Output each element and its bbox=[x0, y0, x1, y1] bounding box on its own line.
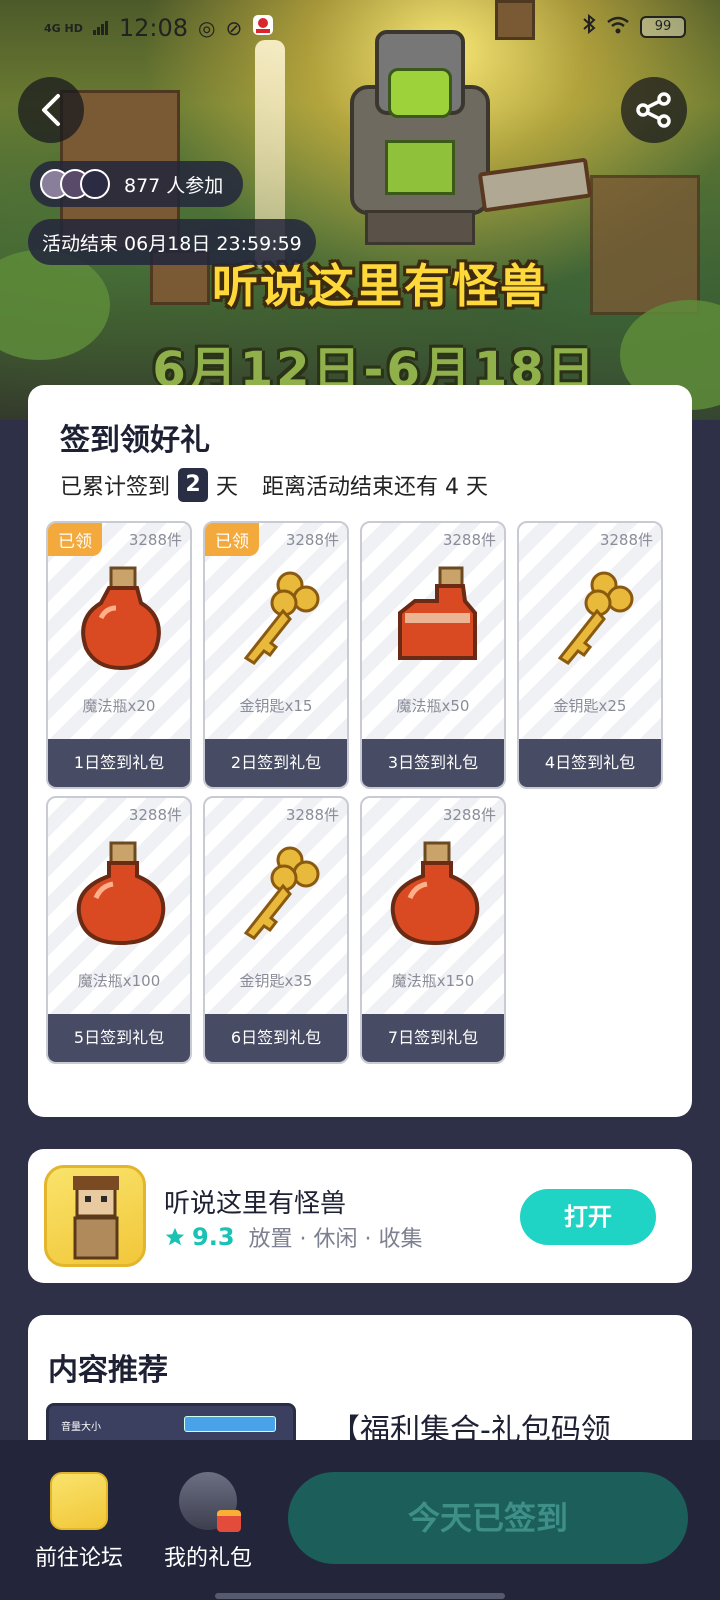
gift-stock: 3288件 bbox=[599, 531, 653, 549]
golden-key-icon bbox=[557, 571, 634, 665]
gift-label: 6日签到礼包 bbox=[205, 1014, 347, 1062]
potion-icon bbox=[398, 566, 477, 660]
participant-avatars bbox=[40, 169, 110, 199]
gift-name: 魔法瓶x20 bbox=[82, 697, 156, 715]
potion-icon bbox=[76, 841, 166, 946]
gift-stock: 3288件 bbox=[285, 806, 339, 824]
potion-icon bbox=[81, 566, 161, 671]
game-rating: 9.3 bbox=[192, 1223, 235, 1251]
days-signed-count: 2 bbox=[178, 468, 209, 502]
gift-name: 魔法瓶x100 bbox=[77, 972, 161, 990]
share-icon bbox=[636, 92, 671, 128]
potion-icon bbox=[390, 841, 480, 946]
remaining-days-text: 距离活动结束还有 4 天 bbox=[262, 475, 489, 500]
gift-stock: 3288件 bbox=[128, 531, 182, 549]
orc-monster-illustration bbox=[330, 30, 510, 245]
gift-stock: 3288件 bbox=[442, 531, 496, 549]
gift-label: 2日签到礼包 bbox=[205, 739, 347, 787]
notification-icon: ◎ bbox=[198, 16, 216, 40]
activity-banner: 听说这里有怪兽 6月12日-6月18日 bbox=[0, 0, 720, 420]
signin-title: 签到领好礼 bbox=[60, 423, 210, 458]
my-gifts-label: 我的礼包 bbox=[163, 1546, 252, 1571]
gift-stock: 3288件 bbox=[442, 806, 496, 824]
signin-status: 已累计签到 2 天 距离活动结束还有 4 天 bbox=[60, 468, 488, 502]
game-meta: 9.3 放置 · 休闲 · 收集 bbox=[164, 1221, 422, 1253]
deadline-text: 活动结束 06月18日 23:59:59 bbox=[42, 232, 302, 255]
gift-name: 魔法瓶x50 bbox=[396, 697, 470, 715]
golden-key-icon bbox=[243, 571, 320, 665]
participants-count: 877 人参加 bbox=[124, 174, 224, 197]
gift-label: 3日签到礼包 bbox=[362, 739, 504, 787]
gift-card-day-6[interactable]: 3288件 金钥匙x35 6日签到礼包 bbox=[203, 796, 349, 1064]
gift-label: 7日签到礼包 bbox=[362, 1014, 504, 1062]
gift-stock: 3288件 bbox=[128, 806, 182, 824]
open-game-button[interactable]: 打开 bbox=[520, 1189, 656, 1245]
signal-icon bbox=[92, 16, 109, 41]
app-badge-icon bbox=[252, 14, 274, 42]
game-tags: 放置 · 休闲 · 收集 bbox=[248, 1227, 423, 1252]
golden-key-icon bbox=[243, 846, 320, 940]
gift-box-icon bbox=[179, 1472, 241, 1532]
signed-today-button[interactable]: 今天已签到 bbox=[288, 1472, 688, 1564]
gift-label: 1日签到礼包 bbox=[48, 739, 190, 787]
volume-bar-illustration bbox=[184, 1416, 276, 1432]
claimed-tag: 已领 bbox=[205, 523, 259, 556]
go-to-forum-button[interactable]: 前往论坛 bbox=[24, 1472, 134, 1572]
avatar bbox=[80, 169, 110, 199]
chevron-left-icon bbox=[42, 94, 60, 126]
gift-card-day-1[interactable]: 已领 3288件 魔法瓶x20 1日签到礼包 bbox=[46, 521, 192, 789]
thumbnail-label: 音量大小 bbox=[61, 1422, 101, 1433]
status-bar: 4G HD 12:08 ◎ ⊘ 99 bbox=[0, 0, 720, 56]
deadline-pill: 活动结束 06月18日 23:59:59 bbox=[28, 219, 316, 265]
game-app-card[interactable]: 听说这里有怪兽 9.3 放置 · 休闲 · 收集 打开 bbox=[28, 1149, 692, 1283]
share-button[interactable] bbox=[621, 77, 687, 143]
gift-name: 魔法瓶x150 bbox=[391, 972, 475, 990]
day-unit: 天 bbox=[216, 475, 239, 500]
my-gifts-button[interactable]: 我的礼包 bbox=[153, 1472, 263, 1572]
claimed-tag: 已领 bbox=[48, 523, 102, 556]
gift-card-day-7[interactable]: 3288件 魔法瓶x150 7日签到礼包 bbox=[360, 796, 506, 1064]
banner-title-art: 听说这里有怪兽 6月12日-6月18日 bbox=[0, 250, 720, 400]
game-name: 听说这里有怪兽 bbox=[164, 1189, 347, 1219]
star-icon bbox=[165, 1227, 185, 1246]
game-icon bbox=[44, 1165, 146, 1267]
bluetooth-icon bbox=[582, 13, 596, 39]
gift-label: 5日签到礼包 bbox=[48, 1014, 190, 1062]
signin-card: 签到领好礼 已累计签到 2 天 距离活动结束还有 4 天 已领 3288件 魔法… bbox=[28, 385, 692, 1117]
back-button[interactable] bbox=[18, 77, 84, 143]
bottom-action-bar: 前往论坛 我的礼包 今天已签到 bbox=[0, 1440, 720, 1600]
clock: 12:08 bbox=[118, 14, 189, 42]
gift-label: 4日签到礼包 bbox=[519, 739, 661, 787]
network-indicator: 4G HD bbox=[44, 21, 83, 35]
participants-pill[interactable]: 877 人参加 bbox=[30, 161, 244, 207]
gift-card-day-3[interactable]: 3288件 魔法瓶x50 3日签到礼包 bbox=[360, 521, 506, 789]
forum-label: 前往论坛 bbox=[34, 1546, 123, 1571]
app-notification-icon: ⊘ bbox=[225, 16, 243, 40]
home-indicator bbox=[215, 1593, 505, 1599]
gift-card-day-4[interactable]: 3288件 金钥匙x25 4日签到礼包 bbox=[517, 521, 663, 789]
wifi-icon bbox=[606, 15, 630, 39]
gift-stock: 3288件 bbox=[285, 531, 339, 549]
gift-name: 金钥匙x25 bbox=[553, 697, 627, 715]
forum-game-icon bbox=[50, 1472, 108, 1530]
accumulated-label: 已累计签到 bbox=[60, 475, 171, 500]
gift-card-day-5[interactable]: 3288件 魔法瓶x100 5日签到礼包 bbox=[46, 796, 192, 1064]
gift-name: 金钥匙x35 bbox=[239, 972, 313, 990]
recommend-title: 内容推荐 bbox=[48, 1353, 168, 1388]
gift-name: 金钥匙x15 bbox=[239, 697, 313, 715]
battery-icon: 99 bbox=[640, 15, 686, 38]
gift-card-day-2[interactable]: 已领 3288件 金钥匙x15 2日签到礼包 bbox=[203, 521, 349, 789]
